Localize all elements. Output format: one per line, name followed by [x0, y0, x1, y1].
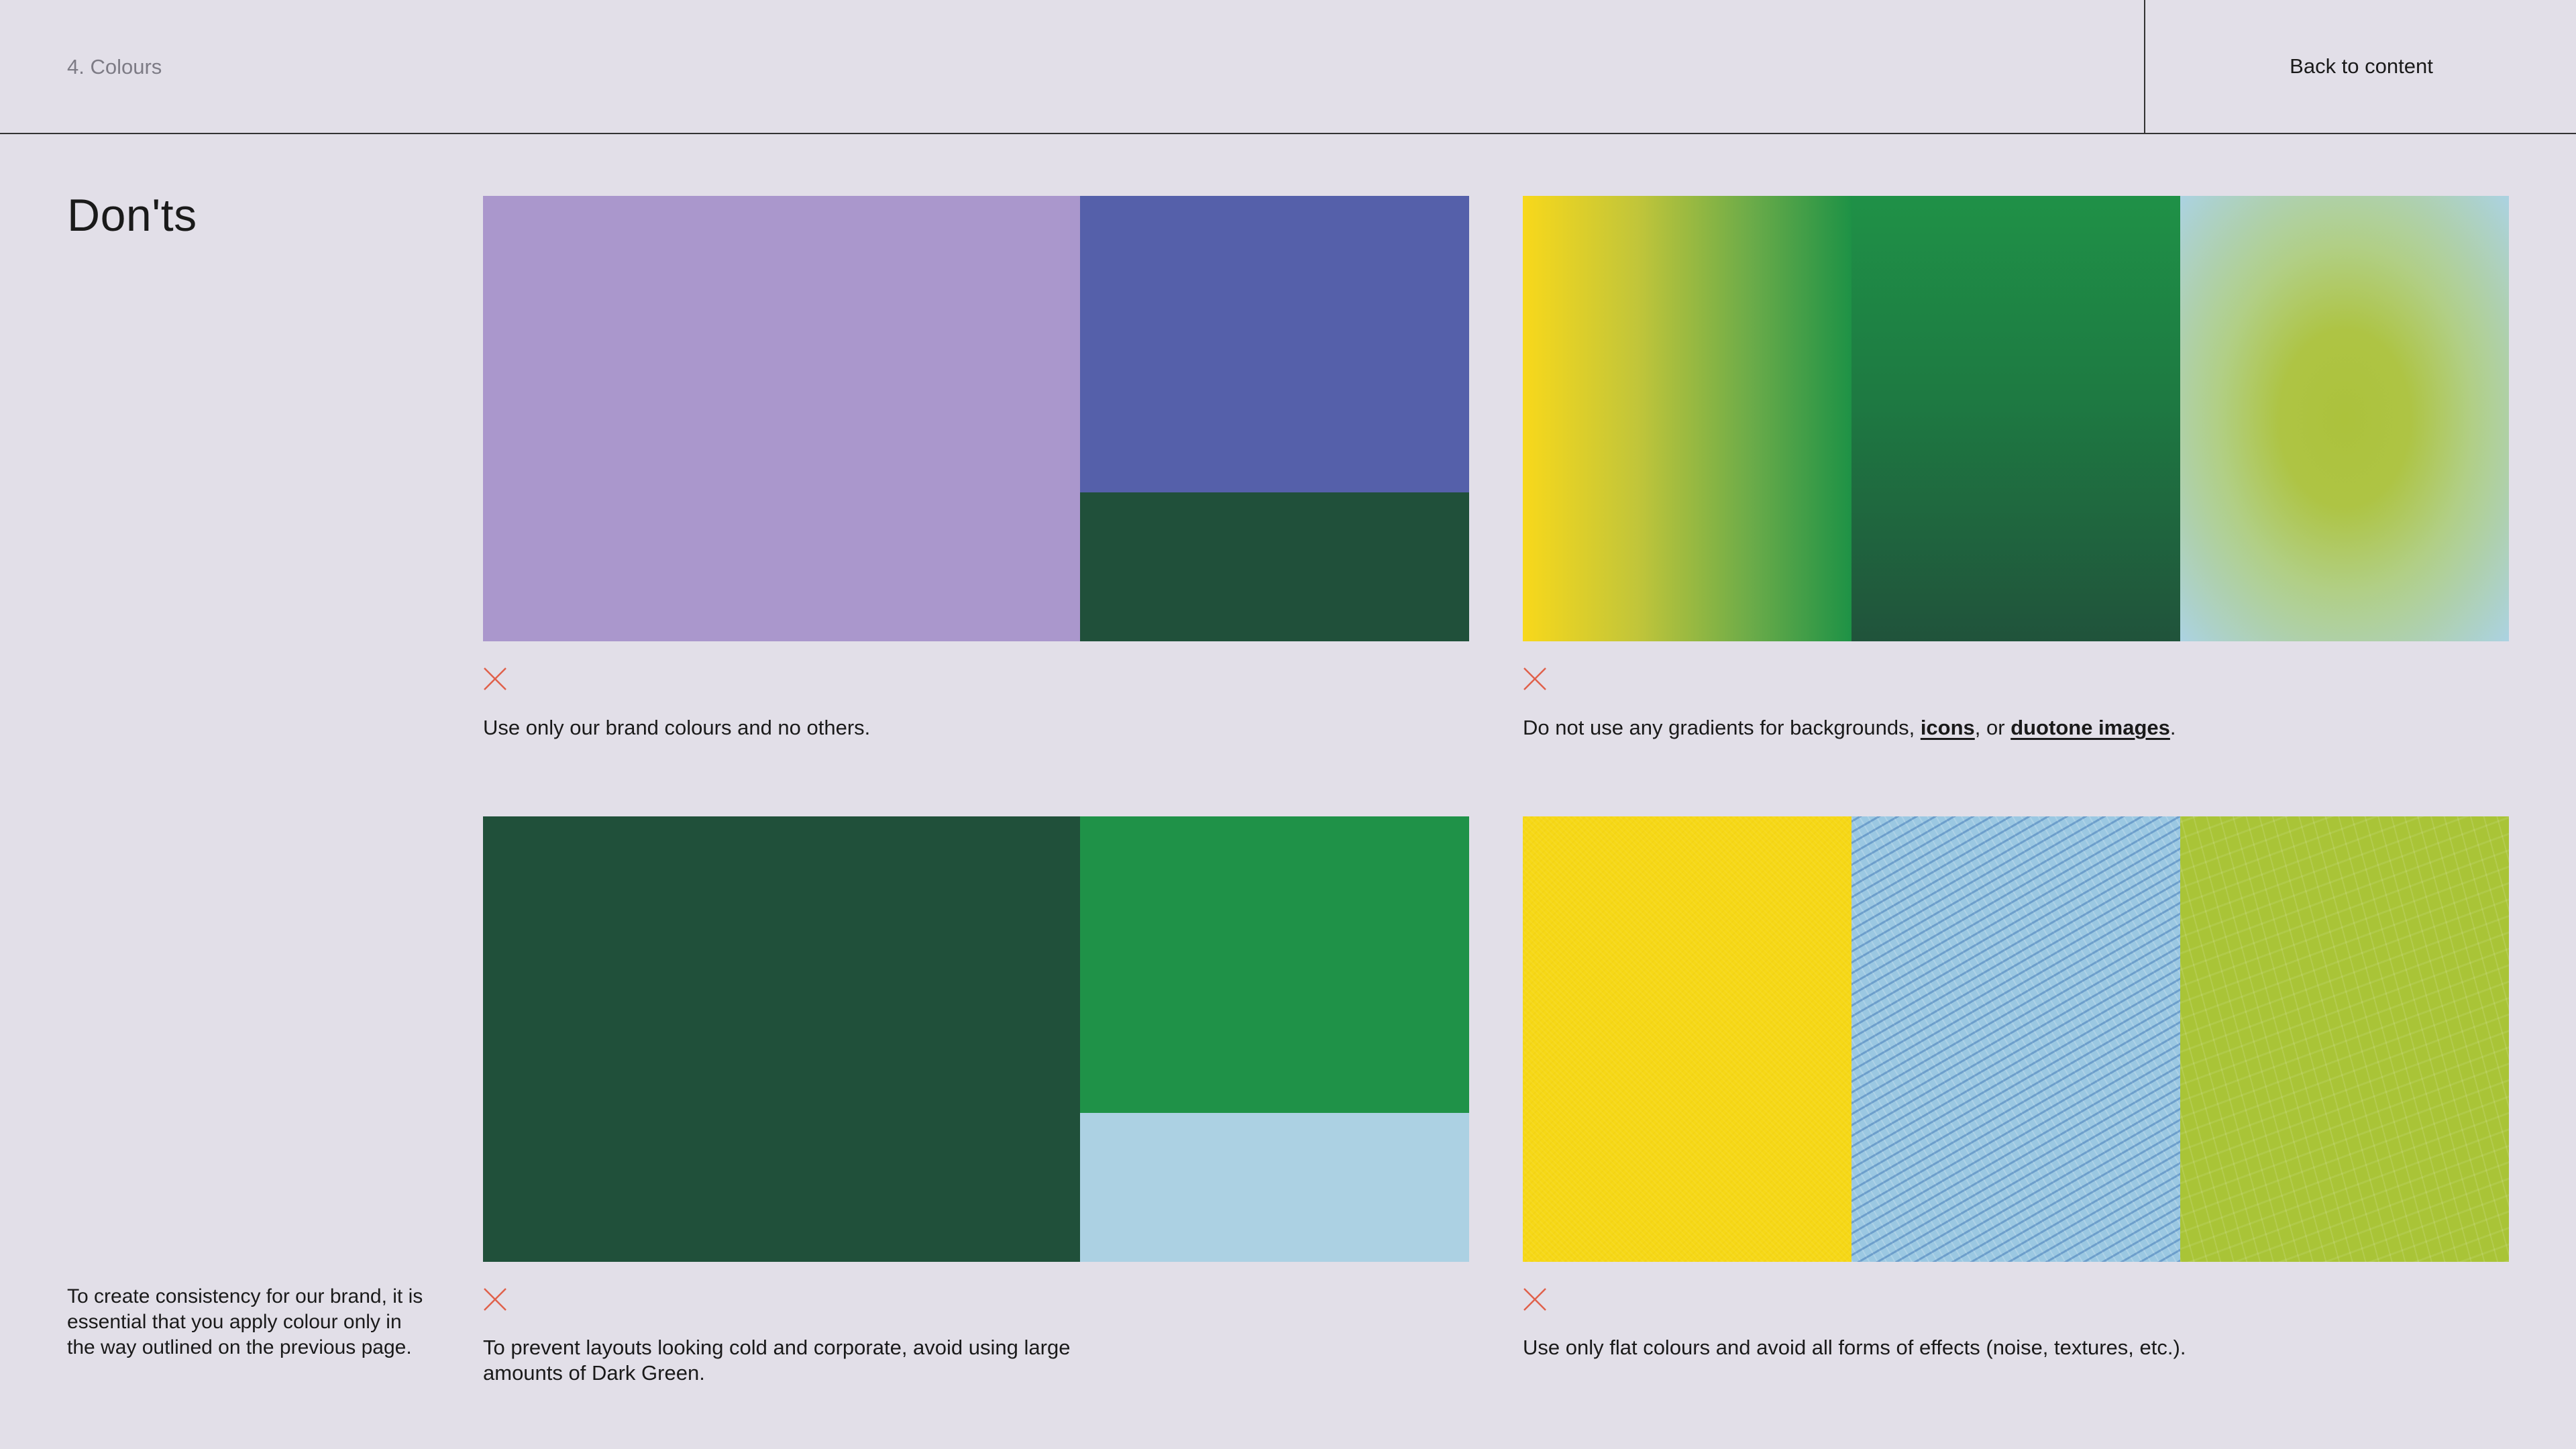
page-header: 4. Colours Back to content — [0, 0, 2576, 134]
texture-lime-grunge — [2180, 816, 2509, 1262]
swatch-dark-green — [483, 816, 1080, 1262]
intro-text: To create consistency for our brand, it … — [67, 1285, 423, 1358]
cross-icon — [1523, 667, 1546, 690]
caption-text: Do not use any gradients for backgrounds… — [1523, 716, 1921, 739]
texture-blue-denim — [1851, 816, 2180, 1262]
duotone-images-link[interactable]: duotone images — [2010, 716, 2170, 739]
swatch-indigo — [1080, 196, 1469, 492]
icons-link[interactable]: icons — [1921, 716, 1975, 739]
gradient-yellow-green — [1523, 196, 1851, 641]
swatch-dark-green — [1080, 492, 1469, 641]
gradient-radial-lime-blue — [2180, 196, 2509, 641]
dont-example-textures — [1523, 816, 2509, 1262]
caption-text: , or — [1974, 716, 2011, 739]
dont-example-gradients — [1523, 196, 2509, 641]
texture-yellow-noise — [1523, 816, 1851, 1262]
page-title: Don'ts — [67, 190, 197, 241]
caption-text: . — [2169, 716, 2176, 739]
dont-example-dark-green — [483, 816, 1469, 1262]
section-label: 4. Colours — [67, 55, 162, 78]
cross-icon — [1523, 1288, 1546, 1311]
swatch-lavender — [483, 196, 1080, 641]
swatch-green — [1080, 816, 1469, 1113]
swatch-light-blue — [1080, 1113, 1469, 1262]
dont-caption-brand-colours: Use only our brand colours and no others… — [483, 716, 871, 739]
dont-caption-textures: Use only flat colours and avoid all form… — [1523, 1336, 2186, 1359]
gradient-green-dark — [1851, 196, 2180, 641]
back-cell: Back to content — [2144, 0, 2576, 133]
dont-caption-dark-green: To prevent layouts looking cold and corp… — [483, 1336, 1071, 1385]
back-to-content-link[interactable]: Back to content — [2290, 54, 2433, 78]
dont-caption-gradients: Do not use any gradients for backgrounds… — [1523, 715, 2509, 741]
cross-icon — [484, 1288, 506, 1311]
cross-icon — [484, 667, 506, 690]
dont-example-brand-colours — [483, 196, 1469, 641]
